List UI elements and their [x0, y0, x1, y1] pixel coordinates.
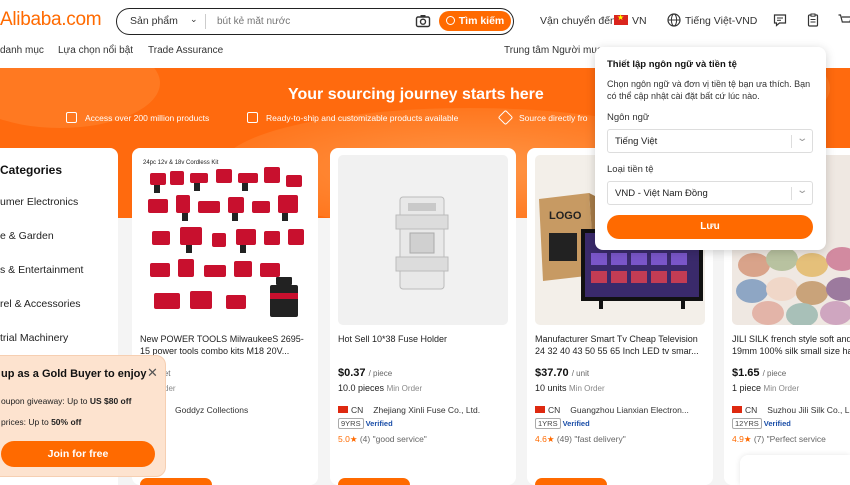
banner-feature: Ready-to-ship and customizable products … — [247, 112, 458, 123]
vietnam-flag-icon[interactable] — [614, 13, 628, 25]
search-button[interactable]: Tìm kiếm — [439, 11, 511, 31]
search-input[interactable] — [217, 13, 417, 30]
diamond-icon — [497, 109, 514, 126]
currency-label: Loại tiền tệ — [607, 164, 654, 175]
star-icon: ★ — [743, 434, 752, 444]
banner-title: Your sourcing journey starts here — [288, 86, 544, 103]
language-label: Ngôn ngữ — [607, 112, 650, 123]
category-item[interactable]: e & Garden — [0, 230, 54, 242]
supplier-badge: 1YRS Verified — [535, 418, 590, 429]
language-select[interactable]: Tiếng Việt ⌄ — [607, 129, 813, 153]
product-price: $1.65 / piece — [732, 367, 787, 379]
product-title[interactable]: Hot Sell 10*38 Fuse Holder — [338, 333, 510, 357]
star-icon: ★ — [349, 434, 358, 444]
chevron-down-icon[interactable]: ⌄ — [190, 14, 198, 25]
supplier-name[interactable]: Zhejiang Xinli Fuse Co., Ltd. — [373, 405, 480, 415]
currency-value: VND - Việt Nam Đồng — [615, 188, 708, 199]
product-image[interactable] — [338, 155, 508, 325]
language-value: Tiếng Việt — [615, 136, 658, 147]
popup-description: Chọn ngôn ngữ và đơn vị tiền tệ bạn ưa t… — [607, 79, 811, 101]
supplier-row: CN Suzhou Jili Silk Co., L — [732, 405, 849, 415]
nav-trade-assurance[interactable]: Trade Assurance — [148, 45, 223, 56]
categories-title: Categories — [0, 163, 63, 177]
fuse-holder-image — [395, 196, 449, 290]
currency-select[interactable]: VND - Việt Nam Đồng ⌄ — [607, 181, 813, 205]
product-image-text: LOGO — [549, 210, 582, 222]
china-flag-icon — [338, 406, 348, 413]
rating: 4.6★ (49) "fast delivery" — [535, 434, 626, 444]
category-item[interactable]: umer Electronics — [0, 196, 78, 208]
box-icon — [247, 112, 258, 123]
product-image-text: 24pc 12v & 18v Cordless Kit — [143, 160, 219, 166]
category-item[interactable]: s & Entertainment — [0, 264, 83, 276]
power-tools-image: 24pc 12v & 18v Cordless Kit — [143, 160, 304, 317]
save-button[interactable]: Lưu — [607, 215, 813, 239]
ship-to-country[interactable]: VN — [632, 15, 647, 27]
supplier-row: CN Zhejiang Xinli Fuse Co., Ltd. — [338, 405, 480, 415]
select-divider — [791, 187, 792, 200]
nav-categories[interactable]: danh mục — [0, 45, 44, 56]
camera-icon[interactable] — [415, 13, 431, 29]
star-icon: ★ — [546, 434, 555, 444]
orders-icon[interactable] — [806, 13, 820, 27]
search-icon — [445, 16, 455, 25]
globe-icon[interactable] — [667, 13, 681, 27]
contact-supplier-button[interactable] — [140, 478, 212, 485]
category-item[interactable]: trial Machinery — [0, 332, 68, 344]
search-button-label: Tìm kiếm — [458, 15, 505, 27]
banner-feature: Access over 200 million products — [66, 112, 209, 123]
contact-supplier-button[interactable] — [338, 478, 410, 485]
product-title[interactable]: New POWER TOOLS MilwaukeeS 2695-15 power… — [140, 333, 312, 357]
supplier-badge: 12YRS Verified — [732, 418, 791, 429]
search-bar: Sản phẩm ⌄ Tìm kiếm — [116, 8, 514, 35]
banner-feature: Source directly fro — [497, 109, 588, 126]
supplier-row: CN Guangzhou Lianxian Electron... — [535, 405, 689, 415]
category-item[interactable]: rel & Accessories — [0, 298, 81, 310]
china-flag-icon — [535, 406, 545, 413]
language-currency-popup: Thiết lập ngôn ngữ và tiền tệ Chọn ngôn … — [595, 47, 826, 250]
product-card[interactable]: Hot Sell 10*38 Fuse Holder $0.37 / piece… — [330, 148, 516, 485]
chat-widget[interactable] — [740, 455, 850, 485]
grid-icon — [66, 112, 77, 123]
close-icon[interactable]: ✕ — [147, 365, 158, 381]
chevron-down-icon: ⌄ — [796, 133, 809, 144]
supplier-name[interactable]: Suzhou Jili Silk Co., L — [767, 405, 849, 415]
product-title[interactable]: Manufacturer Smart Tv Cheap Television 2… — [535, 333, 707, 357]
language-currency-selector[interactable]: Tiếng Việt-VND — [685, 15, 757, 27]
min-order: 10 units Min Order — [535, 383, 605, 393]
rating: 4.9★ (7) "Perfect service — [732, 434, 826, 444]
product-image[interactable]: 24pc 12v & 18v Cordless Kit — [140, 155, 310, 325]
ship-to-label[interactable]: Vận chuyển đến: — [540, 15, 619, 27]
message-icon[interactable] — [773, 13, 787, 27]
popup-title: Thiết lập ngôn ngữ và tiền tệ — [607, 59, 737, 70]
search-category[interactable]: Sản phẩm — [130, 15, 178, 27]
product-title[interactable]: JILI SILK french style soft and 19mm 100… — [732, 333, 850, 357]
nav-buyer-central[interactable]: Trung tâm Người mua — [504, 45, 602, 56]
rating: 5.0★ (4) "good service" — [338, 434, 427, 444]
min-order: 10.0 pieces Min Order — [338, 383, 423, 393]
gold-popup-line: oupon giveaway: Up to US $80 off — [1, 396, 132, 406]
gold-popup-line: prices: Up to 50% off — [1, 417, 82, 427]
contact-supplier-button[interactable] — [535, 478, 607, 485]
min-order: 1 piece Min Order — [732, 383, 800, 393]
product-price: $0.37 / piece — [338, 367, 393, 379]
nav-featured[interactable]: Lựa chọn nổi bật — [58, 45, 133, 56]
supplier-badge: 9YRS Verified — [338, 418, 393, 429]
gold-buyer-popup: up as a Gold Buyer to enjoy ✕ oupon give… — [0, 355, 166, 477]
china-flag-icon — [732, 406, 742, 413]
logo[interactable]: Alibaba.com — [0, 9, 102, 31]
search-divider — [205, 14, 206, 29]
gold-popup-title: up as a Gold Buyer to enjoy — [1, 368, 147, 380]
join-for-free-button[interactable]: Join for free — [1, 441, 155, 467]
select-divider — [791, 135, 792, 148]
cart-icon[interactable] — [838, 13, 850, 27]
product-price: $37.70 / unit — [535, 367, 590, 379]
chevron-down-icon: ⌄ — [796, 185, 809, 196]
supplier-name[interactable]: Guangzhou Lianxian Electron... — [570, 405, 689, 415]
supplier-name[interactable]: Goddyz Collections — [175, 405, 248, 415]
